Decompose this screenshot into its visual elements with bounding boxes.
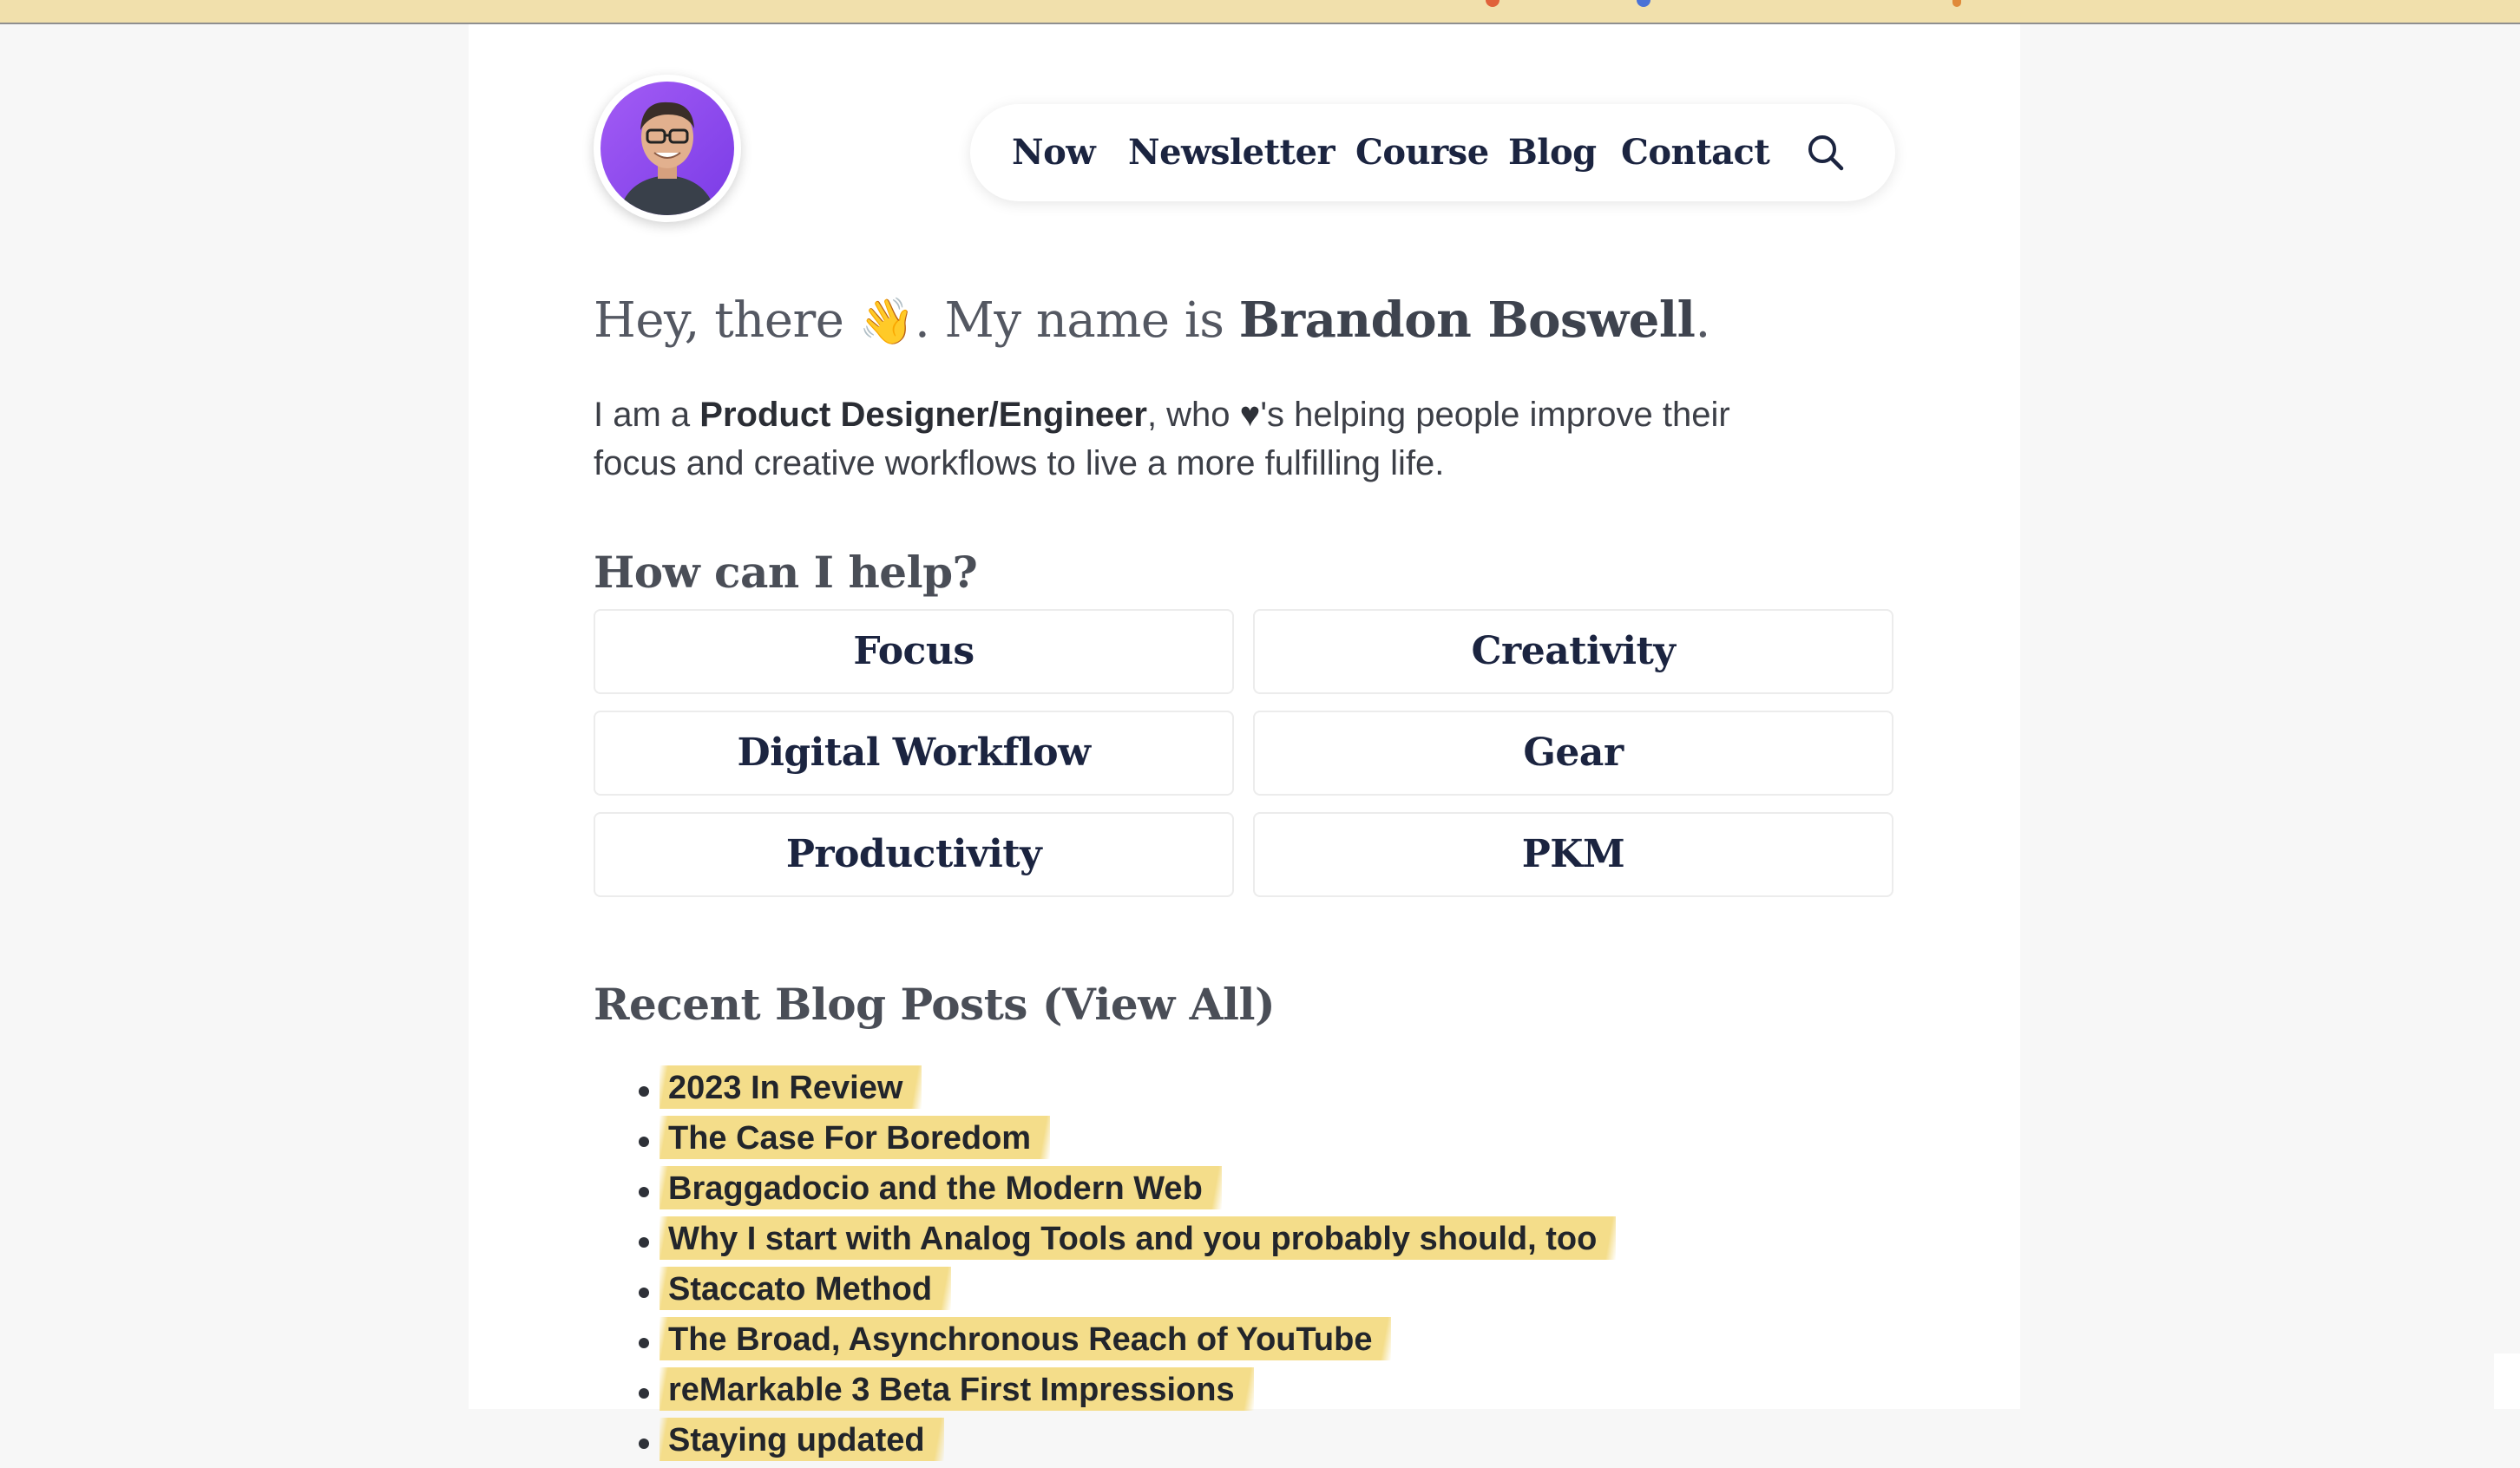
search-button[interactable] [1803, 130, 1848, 175]
nav-link-newsletter[interactable]: Newsletter [1128, 104, 1335, 201]
recent-posts-heading[interactable]: Recent Blog Posts (View All) [594, 979, 1276, 1030]
intro-text: , who [1146, 396, 1240, 434]
intro-paragraph: I am a Product Designer/Engineer, who ♥'… [594, 390, 1808, 488]
hero-heading: Hey, there 👋. My name is Brandon Boswell… [594, 292, 1710, 349]
post-link[interactable]: Braggadocio and the Modern Web [660, 1166, 1222, 1209]
nav-link-now[interactable]: Now [1012, 104, 1096, 201]
search-icon [1808, 135, 1844, 171]
post-link[interactable]: reMarkable 3 Beta First Impressions [660, 1367, 1254, 1411]
topic-focus-button[interactable]: Focus [594, 609, 1234, 694]
browser-top-bar [0, 0, 2520, 24]
post-link[interactable]: The Broad, Asynchronous Reach of YouTube [660, 1317, 1392, 1360]
bullet-icon [639, 1388, 649, 1399]
nav-link-course[interactable]: Course [1355, 104, 1489, 201]
page: Now Newsletter Course Blog Contact Hey, … [469, 24, 2020, 1461]
main-nav: Now Newsletter Course Blog Contact [970, 104, 1895, 201]
intro-role: Product Designer/Engineer [699, 396, 1147, 434]
post-link[interactable]: Staccato Method [660, 1267, 952, 1310]
topic-gear-button[interactable]: Gear [1253, 711, 1893, 796]
avatar-portrait-icon [600, 82, 734, 215]
hero-name: Brandon Boswell [1238, 292, 1696, 349]
hero-end: . [1695, 292, 1710, 349]
post-link[interactable]: Staying updated [660, 1418, 944, 1461]
help-heading: How can I help? [594, 547, 978, 598]
window-corner [2494, 1353, 2520, 1409]
tab-indicator-icon [1952, 0, 1961, 7]
heart-icon: ♥ [1239, 396, 1261, 434]
tab-indicator-icon [1486, 0, 1500, 7]
bullet-icon [639, 1137, 649, 1147]
avatar[interactable] [594, 75, 741, 222]
bullet-icon [639, 1338, 649, 1348]
topic-digital-workflow-button[interactable]: Digital Workflow [594, 711, 1234, 796]
hero-greeting: Hey, there [594, 292, 859, 349]
topic-creativity-button[interactable]: Creativity [1253, 609, 1893, 694]
post-link[interactable]: Why I start with Analog Tools and you pr… [660, 1216, 1617, 1260]
bullet-icon [639, 1187, 649, 1197]
bullet-icon [639, 1288, 649, 1298]
bullet-icon [639, 1086, 649, 1097]
tab-indicator-icon [1637, 0, 1650, 7]
bullet-icon [639, 1439, 649, 1449]
nav-link-blog[interactable]: Blog [1508, 104, 1597, 201]
post-link[interactable]: The Case For Boredom [660, 1116, 1051, 1159]
topic-productivity-button[interactable]: Productivity [594, 812, 1234, 897]
hero-middle: . My name is [914, 292, 1239, 349]
post-link[interactable]: 2023 In Review [660, 1065, 922, 1109]
topic-pkm-button[interactable]: PKM [1253, 812, 1893, 897]
waving-hand-icon: 👋 [858, 296, 915, 348]
bullet-icon [639, 1237, 649, 1248]
intro-text: I am a [594, 396, 700, 434]
nav-link-contact[interactable]: Contact [1621, 104, 1770, 201]
